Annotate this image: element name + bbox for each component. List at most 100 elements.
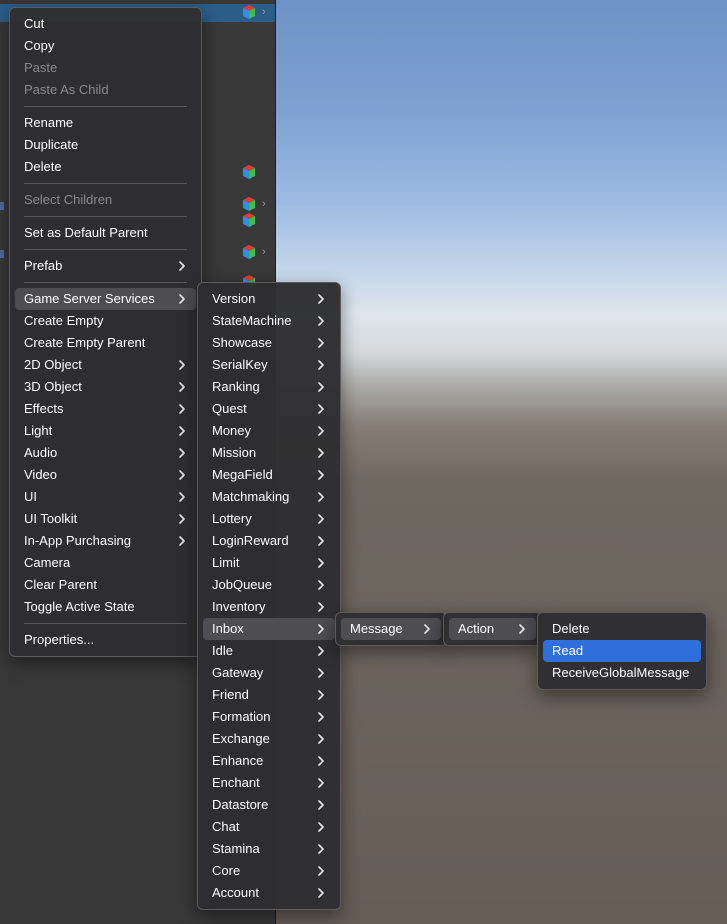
chevron-right-icon: [316, 398, 326, 420]
chevron-right-icon: [316, 332, 326, 354]
hierarchy-item-edge: [0, 250, 4, 258]
chevron-right-icon: [316, 662, 326, 684]
chevron-right-icon: [177, 398, 187, 420]
context-menu-item-create-empty[interactable]: Create Empty: [10, 310, 201, 332]
gss-menu-item-ranking[interactable]: Ranking: [198, 376, 340, 398]
gss-menu-item-enhance[interactable]: Enhance: [198, 750, 340, 772]
menu-item-label: Matchmaking: [212, 489, 290, 504]
gss-menu-item-loginreward[interactable]: LoginReward: [198, 530, 340, 552]
gss-menu-item-matchmaking[interactable]: Matchmaking: [198, 486, 340, 508]
gss-menu-item-megafield[interactable]: MegaField: [198, 464, 340, 486]
gss-menu-item-chat[interactable]: Chat: [198, 816, 340, 838]
gss-menu-item-friend[interactable]: Friend: [198, 684, 340, 706]
menu-item-label: Enchant: [212, 775, 260, 790]
gss-menu-item-gateway[interactable]: Gateway: [198, 662, 340, 684]
context-menu-item-camera[interactable]: Camera: [10, 552, 201, 574]
action-menu-item-receiveglobalmessage[interactable]: ReceiveGlobalMessage: [538, 662, 706, 684]
context-menu-item-create-empty-parent[interactable]: Create Empty Parent: [10, 332, 201, 354]
action-menu-item-delete[interactable]: Delete: [538, 618, 706, 640]
context-menu-item-set-as-default-parent[interactable]: Set as Default Parent: [10, 222, 201, 244]
context-menu-item-audio[interactable]: Audio: [10, 442, 201, 464]
menu-item-label: Prefab: [24, 258, 63, 273]
action-menu-item-read[interactable]: Read: [543, 640, 701, 662]
context-menu-item-light[interactable]: Light: [10, 420, 201, 442]
gss-menu-item-enchant[interactable]: Enchant: [198, 772, 340, 794]
gss-menu-item-account[interactable]: Account: [198, 882, 340, 904]
gss-menu-item-version[interactable]: Version: [198, 288, 340, 310]
context-menu-item-cut[interactable]: Cut: [10, 13, 201, 35]
menu-item-label: Duplicate: [24, 137, 79, 152]
expand-chevron-icon[interactable]: ›: [262, 246, 266, 258]
gss-menu-item-statemachine[interactable]: StateMachine: [198, 310, 340, 332]
context-menu-item-properties[interactable]: Properties...: [10, 629, 201, 651]
context-menu-item-paste: Paste: [10, 57, 201, 79]
context-menu-item-prefab[interactable]: Prefab: [10, 255, 201, 277]
prefab-cube-icon: [241, 4, 257, 20]
expand-chevron-icon[interactable]: ›: [262, 198, 266, 210]
menu-item-label: Ranking: [212, 379, 260, 394]
chevron-right-icon: [316, 530, 326, 552]
menu-item-label: JobQueue: [212, 577, 272, 592]
context-menu-item-toggle-active-state[interactable]: Toggle Active State: [10, 596, 201, 618]
gss-menu-item-exchange[interactable]: Exchange: [198, 728, 340, 750]
chevron-right-icon: [177, 255, 187, 277]
gss-menu-item-quest[interactable]: Quest: [198, 398, 340, 420]
menu-item-label: Chat: [212, 819, 240, 834]
context-menu-item-duplicate[interactable]: Duplicate: [10, 134, 201, 156]
context-menu-item-3d-object[interactable]: 3D Object: [10, 376, 201, 398]
menu-item-label: Gateway: [212, 665, 264, 680]
chevron-right-icon: [177, 354, 187, 376]
chevron-right-icon: [316, 728, 326, 750]
menu-item-label: Game Server Services: [24, 291, 155, 306]
context-menu-item-delete[interactable]: Delete: [10, 156, 201, 178]
context-menu-item-in-app-purchasing[interactable]: In-App Purchasing: [10, 530, 201, 552]
menu-item-label: Set as Default Parent: [24, 225, 148, 240]
gss-menu-item-stamina[interactable]: Stamina: [198, 838, 340, 860]
menu-item-label: SerialKey: [212, 357, 268, 372]
chevron-right-icon: [177, 508, 187, 530]
context-menu-item-effects[interactable]: Effects: [10, 398, 201, 420]
menu-item-label: Copy: [24, 38, 55, 53]
chevron-right-icon: [316, 552, 326, 574]
context-menu-item-clear-parent[interactable]: Clear Parent: [10, 574, 201, 596]
context-menu-item-2d-object[interactable]: 2D Object: [10, 354, 201, 376]
chevron-right-icon: [316, 794, 326, 816]
menu-separator: [24, 216, 187, 217]
gss-menu-item-jobqueue[interactable]: JobQueue: [198, 574, 340, 596]
inbox-menu-item-message[interactable]: Message: [341, 618, 441, 640]
gss-menu-item-limit[interactable]: Limit: [198, 552, 340, 574]
chevron-right-icon: [316, 574, 326, 596]
menu-item-label: Rename: [24, 115, 74, 130]
scene-view[interactable]: [276, 0, 727, 924]
menu-item-label: Exchange: [212, 731, 270, 746]
gss-menu-item-inventory[interactable]: Inventory: [198, 596, 340, 618]
menu-item-label: Core: [212, 863, 241, 878]
menu-item-label: In-App Purchasing: [24, 533, 131, 548]
gss-menu-item-datastore[interactable]: Datastore: [198, 794, 340, 816]
menu-item-label: 2D Object: [24, 357, 82, 372]
expand-chevron-icon[interactable]: ›: [262, 6, 266, 18]
gss-menu-item-serialkey[interactable]: SerialKey: [198, 354, 340, 376]
chevron-right-icon: [316, 816, 326, 838]
chevron-right-icon: [177, 486, 187, 508]
gss-menu-item-showcase[interactable]: Showcase: [198, 332, 340, 354]
gss-menu-item-lottery[interactable]: Lottery: [198, 508, 340, 530]
gss-menu-item-money[interactable]: Money: [198, 420, 340, 442]
context-menu: Cut Copy Paste Paste As Child Rename Duplicat…: [9, 7, 202, 657]
context-menu-item-ui[interactable]: UI: [10, 486, 201, 508]
menu-item-label: Quest: [212, 401, 247, 416]
chevron-right-icon: [316, 772, 326, 794]
gss-menu-item-inbox[interactable]: Inbox: [203, 618, 335, 640]
context-menu-item-copy[interactable]: Copy: [10, 35, 201, 57]
message-menu-item-action[interactable]: Action: [449, 618, 536, 640]
gss-menu-item-core[interactable]: Core: [198, 860, 340, 882]
gss-menu-item-mission[interactable]: Mission: [198, 442, 340, 464]
context-menu-item-ui-toolkit[interactable]: UI Toolkit: [10, 508, 201, 530]
menu-item-label: Paste: [24, 60, 58, 75]
menu-separator: [24, 183, 187, 184]
context-menu-item-game-server-services[interactable]: Game Server Services: [15, 288, 196, 310]
context-menu-item-video[interactable]: Video: [10, 464, 201, 486]
gss-menu-item-formation[interactable]: Formation: [198, 706, 340, 728]
gss-menu-item-idle[interactable]: Idle: [198, 640, 340, 662]
context-menu-item-rename[interactable]: Rename: [10, 112, 201, 134]
